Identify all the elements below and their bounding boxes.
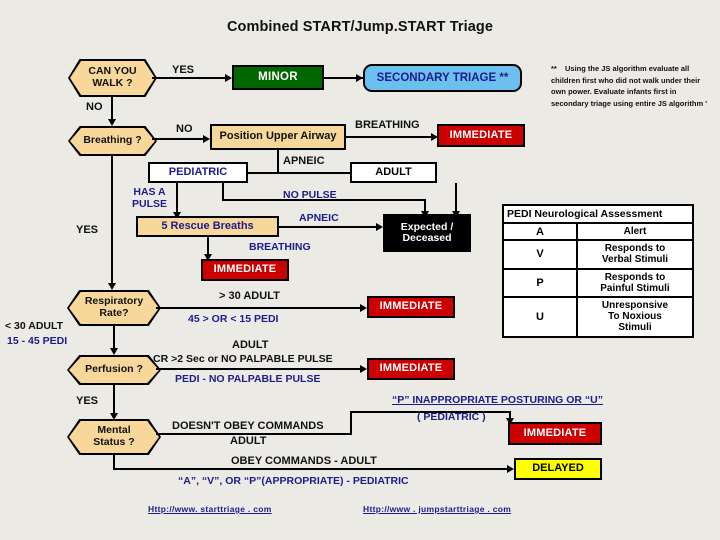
edge-perfusion-to-immediate4 xyxy=(156,368,363,370)
edge-label-rr-low-adult: < 30 ADULT xyxy=(5,320,64,332)
edge-breathing-yes-down xyxy=(111,156,113,286)
edge-ms-doesnt-obey-run xyxy=(156,433,352,435)
node-breathing-question[interactable]: Breathing ? xyxy=(68,126,157,156)
edge-label-no-pulse: NO PULSE xyxy=(283,189,337,201)
edge-label-rr-high-adult: > 30 ADULT xyxy=(219,290,280,302)
node-adult[interactable]: ADULT xyxy=(350,162,437,183)
edge-label-yes-perfusion: YES xyxy=(76,395,99,407)
edge-label-apneic-breaths: APNEIC xyxy=(299,212,339,224)
arrowhead-to-minor xyxy=(225,73,232,82)
node-can-you-walk[interactable]: CAN YOU WALK ? xyxy=(68,59,157,97)
edge-airway-to-immediate1 xyxy=(346,136,434,138)
edge-label-perf-adult: CR >2 Sec or NO PALPABLE PULSE xyxy=(153,353,333,365)
node-secondary-triage[interactable]: SECONDARY TRIAGE ** xyxy=(363,64,522,92)
edge-breathing-to-airway xyxy=(152,138,205,140)
node-position-upper-airway[interactable]: Position Upper Airway xyxy=(210,124,346,150)
arrowhead-apneic-to-expected xyxy=(376,222,383,231)
edge-label-rr-low-pedi: 15 - 45 PEDI xyxy=(7,335,68,347)
node-expected-deceased[interactable]: Expected / Deceased xyxy=(383,214,471,252)
node-immediate-5[interactable]: IMMEDIATE xyxy=(508,422,602,445)
edge-label-ms-p-inappropriate: “P” INAPPROPRIATE POSTURING OR “U” xyxy=(392,394,603,406)
node-can-you-walk-label: CAN YOU WALK ? xyxy=(70,61,155,95)
arrowhead-to-immediate4 xyxy=(360,364,367,373)
pedi-code: U xyxy=(504,297,578,336)
edge-apneic-spine xyxy=(242,172,355,174)
edge-label-ms-avp: “A”, “V”, OR “P”(APPROPRIATE) - PEDIATRI… xyxy=(178,475,409,487)
pedi-meaning: Responds to Verbal Stimuli xyxy=(601,243,669,266)
node-5-rescue-breaths[interactable]: 5 Rescue Breaths xyxy=(136,216,279,237)
edge-rr-to-immediate3 xyxy=(156,307,363,309)
pedi-meaning: Responds to Painful Stimuli xyxy=(600,271,670,294)
edge-pediatric-has-pulse xyxy=(176,183,178,215)
edge-label-ms-doesnt-obey: DOESN'T OBEY COMMANDS xyxy=(172,420,324,432)
arrowhead-to-delayed xyxy=(507,464,514,473)
node-immediate-1[interactable]: IMMEDIATE xyxy=(437,124,525,147)
pedi-meaning: Alert xyxy=(623,226,647,237)
edge-pediatric-no-pulse-down xyxy=(222,183,224,200)
pedi-meaning: Unresponsive To Noxious Stimuli xyxy=(601,299,669,334)
node-perfusion[interactable]: Perfusion ? xyxy=(67,355,161,385)
node-breathing-question-label: Breathing ? xyxy=(70,128,155,154)
footnote-text: Using the JS algorithm evaluate all chil… xyxy=(551,64,707,108)
edge-label-rr-high-pedi: 45 > OR < 15 PEDI xyxy=(188,313,279,325)
edge-label-ms-adult-1: ADULT xyxy=(230,435,267,447)
edge-label-breathing-breaths: BREATHING xyxy=(249,241,311,253)
node-perfusion-label: Perfusion ? xyxy=(69,357,159,383)
pedi-code: A xyxy=(504,224,578,240)
pedi-neurological-assessment-table: PEDI Neurological Assessment A Alert V R… xyxy=(502,204,694,338)
edge-label-ms-obey: OBEY COMMANDS - ADULT xyxy=(231,455,377,467)
arrowhead-to-breathing xyxy=(107,119,116,126)
flowchart-canvas: Combined START/Jump.START Triage ** Usin… xyxy=(0,0,720,540)
arrowhead-to-secondary xyxy=(356,73,363,82)
edge-label-yes-walk: YES xyxy=(172,64,195,76)
node-respiratory-rate-label: Respiratory Rate? xyxy=(69,292,159,324)
edge-label-no-breathing: NO xyxy=(176,123,193,135)
edge-label-perf-adult-top: ADULT xyxy=(232,339,269,351)
pedi-table-header: PEDI Neurological Assessment xyxy=(504,206,692,224)
node-pediatric[interactable]: PEDIATRIC xyxy=(148,162,248,183)
link-starttriage[interactable]: Http://www. starttriage . com xyxy=(148,504,272,514)
link-jumpstarttriage[interactable]: Http://www . jumpstarttriage . com xyxy=(363,504,511,514)
edge-airway-apneic-down xyxy=(277,150,279,173)
table-row: U Unresponsive To Noxious Stimuli xyxy=(504,297,692,336)
edge-label-no-walk: NO xyxy=(86,101,103,113)
edge-label-perf-pedi: PEDI - NO PALPABLE PULSE xyxy=(175,373,321,385)
node-minor[interactable]: MINOR xyxy=(232,65,324,90)
table-row: A Alert xyxy=(504,224,692,242)
table-row: P Responds to Painful Stimuli xyxy=(504,269,692,298)
edge-label-has-a-pulse: HAS A PULSE xyxy=(132,186,168,211)
pedi-code: P xyxy=(504,269,578,296)
edge-ms-doesnt-obey-up xyxy=(350,411,352,435)
node-mental-status[interactable]: Mental Status ? xyxy=(67,419,161,455)
edge-label-ms-pediatric-paren: ( PEDIATRIC ) xyxy=(417,411,486,423)
node-delayed[interactable]: DELAYED xyxy=(514,458,602,480)
node-immediate-2[interactable]: IMMEDIATE xyxy=(201,259,289,281)
pedi-code: V xyxy=(504,241,578,268)
arrowhead-to-mental-status xyxy=(109,413,118,420)
node-respiratory-rate[interactable]: Respiratory Rate? xyxy=(67,290,161,326)
page-title: Combined START/Jump.START Triage xyxy=(226,19,494,35)
edge-label-breathing-after-airway: BREATHING xyxy=(355,119,420,131)
node-immediate-3[interactable]: IMMEDIATE xyxy=(367,296,455,318)
arrowhead-to-airway xyxy=(203,134,210,143)
edge-walk-to-minor xyxy=(152,77,226,79)
edge-perfusion-to-mental xyxy=(113,385,115,416)
edge-label-apneic-airway: APNEIC xyxy=(283,155,325,167)
arrowhead-to-immediate3 xyxy=(360,303,367,312)
edge-label-yes-breathing: YES xyxy=(76,224,99,236)
node-mental-status-label: Mental Status ? xyxy=(69,421,159,453)
footnote-block: ** Using the JS algorithm evaluate all c… xyxy=(551,63,716,110)
node-immediate-4[interactable]: IMMEDIATE xyxy=(367,358,455,380)
table-row: V Responds to Verbal Stimuli xyxy=(504,241,692,270)
arrowhead-to-respiratory-rate xyxy=(107,283,116,290)
edge-rescue-apneic xyxy=(279,226,379,228)
footnote-marker: ** xyxy=(551,64,557,73)
edge-adult-to-expected xyxy=(455,183,457,214)
arrowhead-to-perfusion xyxy=(109,348,118,355)
edge-ms-obey-run xyxy=(113,468,510,470)
